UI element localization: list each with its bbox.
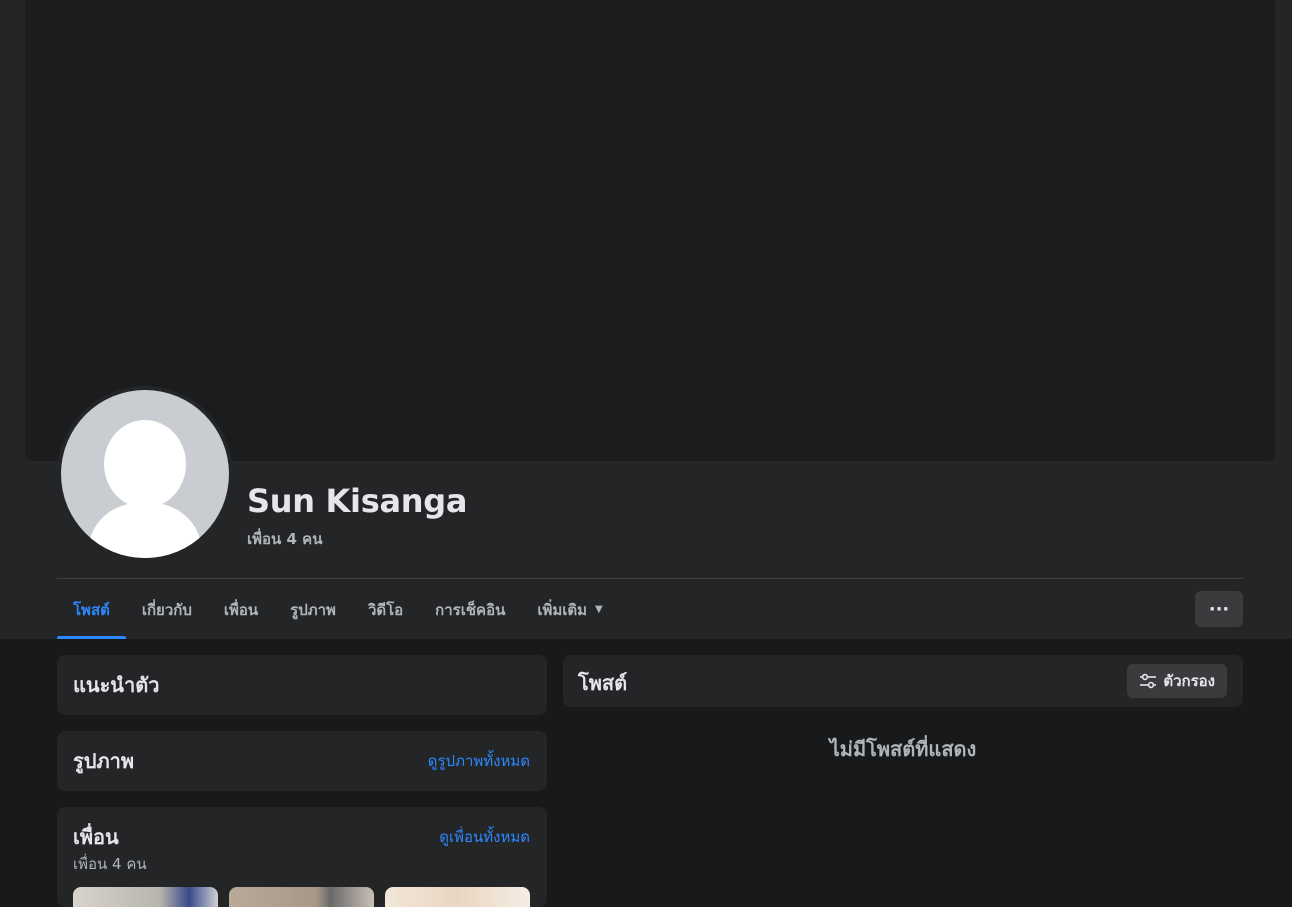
- tab-friends[interactable]: เพื่อน: [208, 580, 274, 639]
- profile-picture[interactable]: [57, 386, 233, 562]
- friends-subtitle: เพื่อน 4 คน: [73, 855, 147, 873]
- tab-photos[interactable]: รูปภาพ: [274, 580, 352, 639]
- tab-label: วิดีโอ: [367, 600, 404, 619]
- empty-posts-message: ไม่มีโพสต์ที่แสดง: [829, 737, 977, 761]
- friend-thumbnails: [73, 887, 530, 907]
- tab-label: โพสต์: [73, 600, 110, 619]
- see-all-friends-link[interactable]: ดูเพื่อนทั้งหมด: [439, 825, 530, 849]
- friend-count[interactable]: เพื่อน 4 คน: [247, 527, 322, 551]
- filter-icon: [1140, 673, 1157, 689]
- tab-more[interactable]: เพิ่มเติม ▼: [521, 580, 618, 639]
- tab-posts[interactable]: โพสต์: [57, 580, 126, 639]
- default-avatar-icon: [61, 390, 229, 558]
- friend-thumbnail[interactable]: [385, 887, 530, 907]
- friends-title[interactable]: เพื่อน: [73, 821, 119, 853]
- tab-label: เพิ่มเติม: [537, 600, 588, 619]
- caret-down-icon: ▼: [595, 604, 603, 615]
- tab-about[interactable]: เกี่ยวกับ: [126, 580, 208, 639]
- photos-title[interactable]: รูปภาพ: [73, 745, 134, 777]
- posts-header-card: โพสต์ ตัวกรอง: [563, 655, 1243, 707]
- see-all-photos-link[interactable]: ดูรูปภาพทั้งหมด: [428, 749, 530, 773]
- friend-thumbnail[interactable]: [73, 887, 218, 907]
- intro-title: แนะนำตัว: [73, 673, 160, 697]
- more-options-button[interactable]: ···: [1195, 591, 1243, 627]
- header-divider: [57, 578, 1243, 579]
- tab-checkins[interactable]: การเช็คอิน: [419, 580, 521, 639]
- photos-card: รูปภาพ ดูรูปภาพทั้งหมด: [57, 731, 547, 791]
- tab-label: เพื่อน: [223, 600, 259, 619]
- filter-label: ตัวกรอง: [1163, 672, 1215, 690]
- tab-label: รูปภาพ: [290, 600, 336, 619]
- friends-card: เพื่อน ดูเพื่อนทั้งหมด เพื่อน 4 คน: [57, 807, 547, 907]
- posts-title: โพสต์: [578, 671, 628, 695]
- filter-button[interactable]: ตัวกรอง: [1127, 664, 1227, 698]
- friend-thumbnail[interactable]: [229, 887, 374, 907]
- intro-card: แนะนำตัว: [57, 655, 547, 715]
- profile-tabs: โพสต์ เกี่ยวกับ เพื่อน รูปภาพ วิดีโอ การ…: [57, 580, 619, 639]
- tab-label: เกี่ยวกับ: [141, 600, 192, 619]
- tab-videos[interactable]: วิดีโอ: [352, 580, 419, 639]
- tab-label: การเช็คอิน: [435, 600, 506, 619]
- profile-name: Sun Kisanga: [247, 482, 468, 520]
